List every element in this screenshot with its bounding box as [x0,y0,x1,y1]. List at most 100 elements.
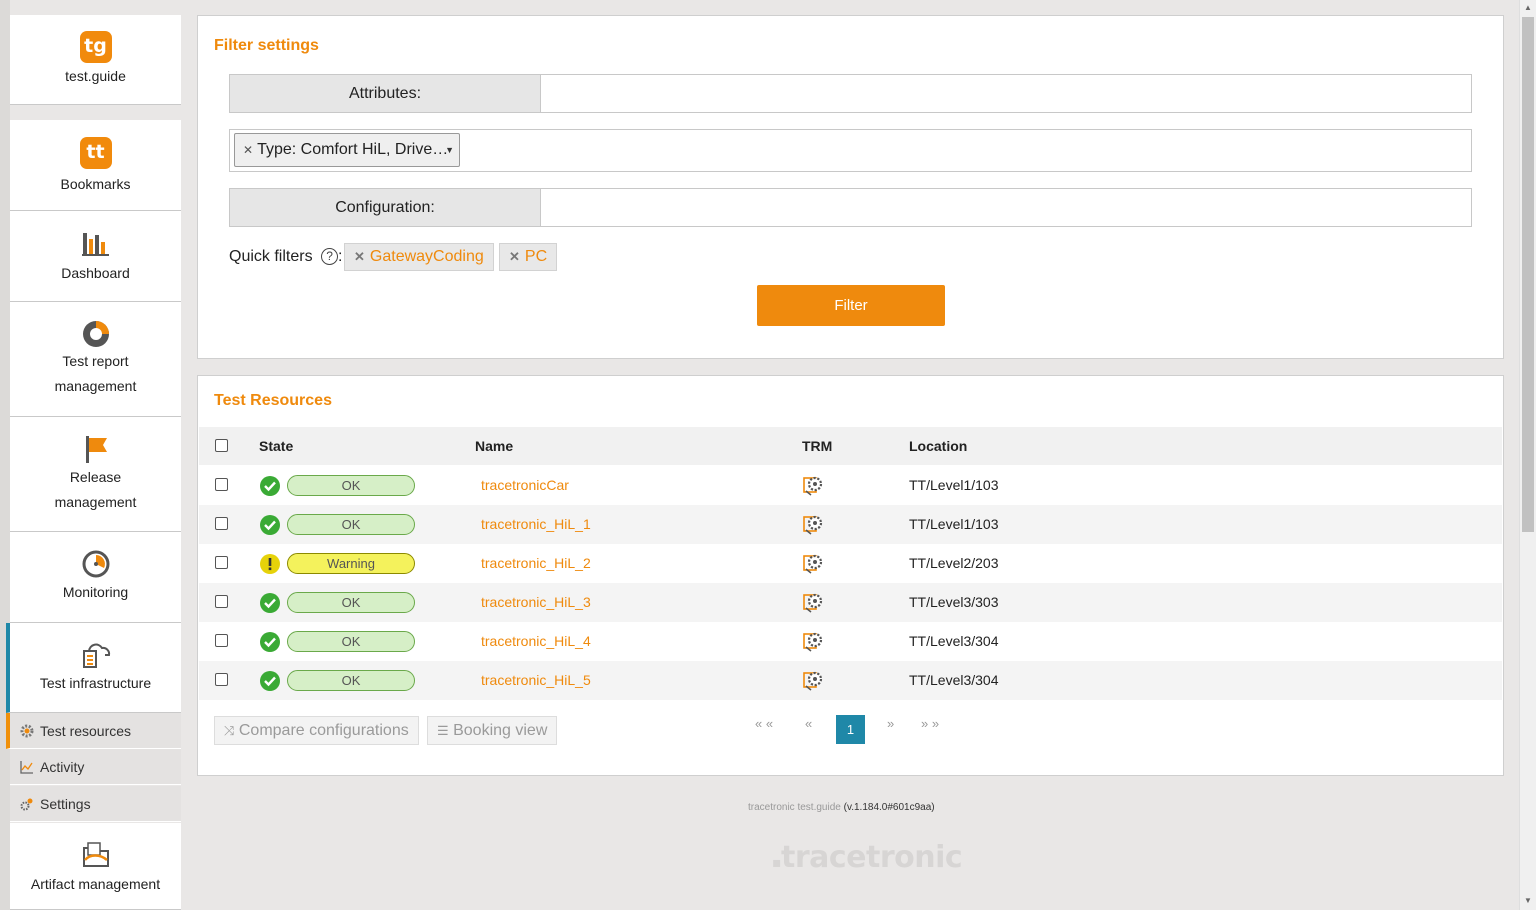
test-resources-panel: Test Resources State Name TRM Location O… [197,375,1504,776]
sidebar-strip [0,0,10,910]
quick-filter-gatewaycoding[interactable]: ✕ GatewayCoding [344,243,494,271]
remove-tag-icon[interactable]: ✕ [243,143,253,157]
test-report-icon [82,321,109,347]
type-tags-field[interactable]: ✕ Type: Comfort HiL, Drive… ▼ [229,129,1472,172]
sidebar-item-monitoring[interactable]: Monitoring [10,532,181,623]
row-checkbox[interactable] [215,634,228,647]
scrollbar-thumb[interactable] [1522,17,1534,532]
select-all-checkbox[interactable] [215,439,228,452]
column-location[interactable]: Location [909,438,967,454]
sidebar-subitem-activity[interactable]: Activity [10,749,181,785]
location-cell: TT/Level1/103 [909,477,999,493]
column-name[interactable]: Name [475,438,513,454]
state-badge: OK [287,592,415,613]
resource-name-link[interactable]: tracetronic_HiL_1 [481,516,591,532]
table-row[interactable]: OK tracetronic_HiL_1 TT/Level1/103 [199,505,1502,544]
quick-filter-label: GatewayCoding [369,248,484,265]
test-resources-title: Test Resources [214,392,332,409]
dashboard-icon [81,233,109,256]
column-state[interactable]: State [259,438,293,454]
compare-configurations-button[interactable]: ⤨ Compare configurations [214,716,419,745]
footer-version: tracetronic test.guide (v.1.184.0#601c9a… [748,802,935,813]
remove-filter-icon[interactable]: ✕ [509,249,520,264]
subitem-label: Test resources [40,722,132,739]
pager-last[interactable]: » » [921,716,939,731]
row-checkbox[interactable] [215,673,228,686]
configuration-label: Configuration: [230,189,541,226]
brand-mark-icon: ▪ [772,855,782,871]
check-circle-icon [260,515,280,535]
trm-gear-icon[interactable] [802,630,824,655]
column-trm[interactable]: TRM [802,438,832,454]
location-cell: TT/Level3/303 [909,594,999,610]
logo-test-guide[interactable]: tg test.guide [10,15,181,105]
sidebar-item-dashboard[interactable]: Dashboard [10,211,181,302]
release-flag-icon [85,436,107,463]
sidebar-item-bookmarks[interactable]: tt Bookmarks [10,120,181,211]
subitem-label: Settings [40,795,91,812]
check-circle-icon [260,476,280,496]
location-cell: TT/Level3/304 [909,672,999,688]
configuration-field[interactable]: Configuration: [229,188,1472,227]
trm-gear-icon[interactable] [802,474,824,499]
remove-filter-icon[interactable]: ✕ [354,249,365,264]
sidebar-subitem-test-resources[interactable]: Test resources [6,713,181,749]
resource-name-link[interactable]: tracetronic_HiL_5 [481,672,591,688]
pager-current-page[interactable]: 1 [836,715,865,744]
location-cell: TT/Level1/103 [909,516,999,532]
quick-filters-text: Quick filters [229,248,313,265]
pager-first[interactable]: « « [755,716,773,731]
check-circle-icon [260,632,280,652]
sidebar-item-label: Monitoring [62,584,129,600]
settings-icon [20,798,33,810]
row-checkbox[interactable] [215,556,228,569]
resource-name-link[interactable]: tracetronicCar [481,477,569,493]
chevron-down-icon[interactable]: ▼ [445,134,454,166]
attributes-field[interactable]: Attributes: [229,74,1472,113]
type-tag-select[interactable]: ✕ Type: Comfort HiL, Drive… ▼ [234,133,460,167]
state-badge: Warning [287,553,415,574]
booking-view-button[interactable]: ☰ Booking view [427,716,558,745]
sidebar-subitem-settings[interactable]: Settings [10,786,181,822]
resource-name-link[interactable]: tracetronic_HiL_3 [481,594,591,610]
sidebar-item-artifact-management[interactable]: Artifact management [10,823,181,910]
brand-text: tracetronic [781,840,963,875]
footer-version-number: (v.1.184.0#601c9aa) [843,802,935,813]
pager-next[interactable]: » [887,716,894,731]
row-checkbox[interactable] [215,517,228,530]
sidebar-item-label: Test report management [54,353,137,394]
scroll-down-icon[interactable]: ▼ [1524,896,1532,905]
help-icon[interactable]: ? [321,248,339,266]
sidebar-item-label: Dashboard [61,265,130,281]
trm-gear-icon[interactable] [802,591,824,616]
bookmarks-icon: tt [79,137,112,169]
artifact-icon [82,842,109,867]
table-row[interactable]: OK tracetronic_HiL_4 TT/Level3/304 [199,622,1502,661]
trm-gear-icon[interactable] [802,552,824,577]
trm-gear-icon[interactable] [802,669,824,694]
sidebar-item-test-report-management[interactable]: Test report management [10,302,181,417]
tracetronic-brand-logo: ▪tracetronic [772,840,963,875]
row-checkbox[interactable] [215,595,228,608]
location-cell: TT/Level3/304 [909,633,999,649]
sidebar-item-test-infrastructure[interactable]: Test infrastructure [6,623,181,713]
table-row[interactable]: OK tracetronic_HiL_5 TT/Level3/304 [199,661,1502,700]
pager-prev[interactable]: « [805,716,812,731]
resource-name-link[interactable]: tracetronic_HiL_4 [481,633,591,649]
quick-filters-label: Quick filters ?: [229,248,343,266]
trm-gear-icon[interactable] [802,513,824,538]
warning-icon [260,554,280,574]
quick-filter-pc[interactable]: ✕ PC [499,243,558,271]
table-row[interactable]: OK tracetronic_HiL_3 TT/Level3/303 [199,583,1502,622]
table-row[interactable]: Warning tracetronic_HiL_2 TT/Level2/203 [199,544,1502,583]
scroll-up-icon[interactable]: ▲ [1524,3,1532,12]
row-checkbox[interactable] [215,478,228,491]
table-row[interactable]: OK tracetronicCar TT/Level1/103 [199,466,1502,505]
filter-button[interactable]: Filter [757,285,945,326]
vertical-scrollbar[interactable]: ▲ ▼ [1519,0,1536,910]
state-badge: OK [287,631,415,652]
state-badge: OK [287,670,415,691]
resource-name-link[interactable]: tracetronic_HiL_2 [481,555,591,571]
table-header: State Name TRM Location [199,427,1502,465]
sidebar-item-release-management[interactable]: Release management [10,417,181,532]
